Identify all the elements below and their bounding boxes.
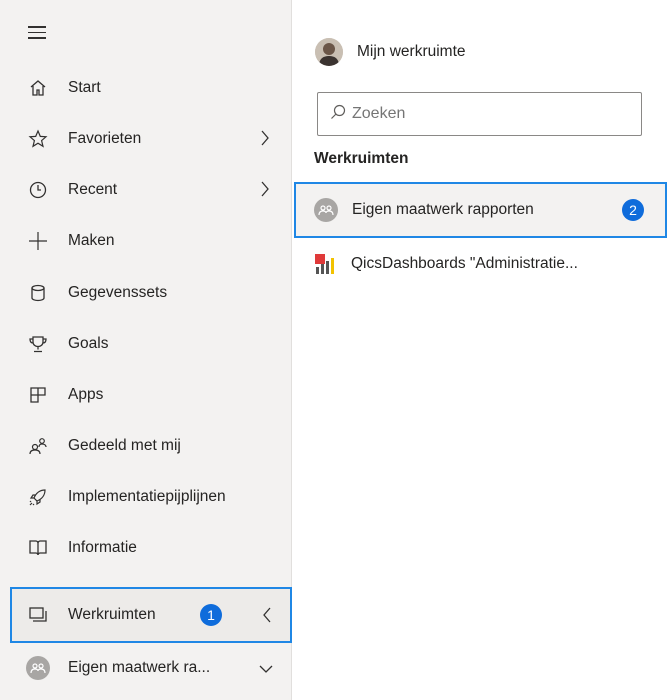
- nav-item-create[interactable]: Maken: [12, 219, 290, 263]
- chevron-down-icon[interactable]: [258, 661, 274, 678]
- section-title: Werkruimten: [314, 150, 409, 167]
- user-avatar: [315, 38, 343, 66]
- nav-item-label: Gegevenssets: [68, 284, 168, 301]
- rocket-icon: [18, 487, 58, 507]
- search-box[interactable]: [317, 92, 642, 136]
- hamburger-menu-icon[interactable]: [28, 26, 50, 42]
- book-icon: [18, 539, 58, 557]
- nav-item-label: Favorieten: [68, 130, 142, 147]
- shared-people-icon: [18, 436, 58, 456]
- workspace-item[interactable]: QicsDashboards "Administratie...: [295, 236, 667, 292]
- search-input[interactable]: [352, 105, 632, 123]
- nav-item-datasets[interactable]: Gegevenssets: [12, 271, 290, 315]
- nav-item-label: Werkruimten: [68, 606, 156, 623]
- workspace-item[interactable]: Eigen maatwerk rapporten 2: [294, 182, 667, 238]
- workspace-item-label: Eigen maatwerk rapporten: [352, 201, 534, 218]
- nav-item-start[interactable]: Start: [12, 66, 290, 110]
- left-nav: Start Favorieten Recent Maken Gegevensse…: [0, 0, 292, 700]
- nav-item-current-workspace[interactable]: Eigen maatwerk ra...: [12, 646, 290, 690]
- my-workspace-label: Mijn werkruimte: [357, 43, 466, 60]
- apps-icon: [18, 386, 58, 404]
- nav-item-workspaces[interactable]: Werkruimten 1: [10, 587, 292, 643]
- nav-item-label: Recent: [68, 181, 118, 198]
- nav-item-shared-with-me[interactable]: Gedeeld met mij: [12, 424, 290, 468]
- nav-item-goals[interactable]: Goals: [12, 322, 290, 366]
- nav-item-label: Informatie: [68, 539, 137, 556]
- step-badge: 1: [200, 604, 222, 626]
- my-workspace-link[interactable]: Mijn werkruimte: [315, 38, 466, 66]
- nav-item-label: Gedeeld met mij: [68, 437, 181, 454]
- trophy-icon: [18, 335, 58, 353]
- workspace-avatar: [18, 656, 58, 680]
- nav-item-label: Apps: [68, 386, 104, 403]
- step-badge: 2: [622, 199, 644, 221]
- workspace-group-icon: [314, 198, 338, 222]
- search-icon: [330, 104, 346, 124]
- plus-icon: [18, 230, 58, 252]
- nav-item-recent[interactable]: Recent: [12, 168, 290, 212]
- nav-item-apps[interactable]: Apps: [12, 373, 290, 417]
- nav-item-deployment-pipelines[interactable]: Implementatiepijplijnen: [12, 475, 290, 519]
- nav-item-label: Start: [68, 79, 101, 96]
- workspace-item-label: QicsDashboards "Administratie...: [351, 255, 578, 272]
- nav-item-label: Goals: [68, 335, 109, 352]
- nav-item-label: Implementatiepijplijnen: [68, 488, 226, 505]
- database-icon: [18, 284, 58, 302]
- group-icon: [30, 663, 46, 674]
- chevron-left-icon[interactable]: [262, 606, 272, 628]
- star-icon: [18, 129, 58, 149]
- nav-item-learn[interactable]: Informatie: [12, 526, 290, 570]
- qics-logo-icon: [313, 252, 337, 276]
- workspaces-flyout: Mijn werkruimte Werkruimten Eigen maatwe…: [293, 0, 667, 700]
- nav-item-favorites[interactable]: Favorieten: [12, 117, 290, 161]
- nav-item-label: Maken: [68, 232, 115, 249]
- clock-icon: [18, 180, 58, 200]
- chevron-right-icon[interactable]: [260, 129, 270, 151]
- home-icon: [18, 79, 58, 97]
- nav-item-label: Eigen maatwerk ra...: [68, 659, 211, 676]
- workspaces-icon: [18, 606, 58, 624]
- chevron-right-icon[interactable]: [260, 180, 270, 202]
